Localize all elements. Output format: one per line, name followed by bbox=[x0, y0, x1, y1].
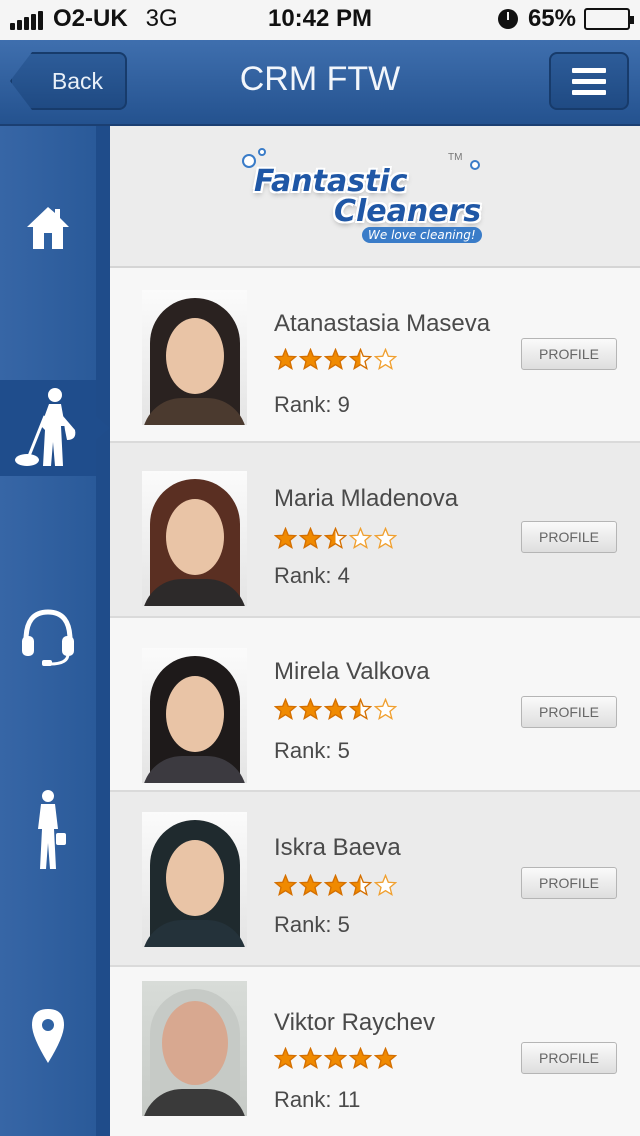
headset-icon bbox=[22, 609, 74, 666]
main-content: Fantastic TM Cleaners We love cleaning! … bbox=[110, 126, 640, 1136]
sidebar-item-support[interactable] bbox=[0, 590, 96, 686]
avatar bbox=[142, 648, 247, 783]
avatar bbox=[142, 981, 247, 1116]
list-item[interactable]: Maria Mladenova Rank: 4 PROFILE bbox=[110, 443, 640, 618]
list-item[interactable]: Mirela Valkova Rank: 5 PROFILE bbox=[110, 618, 640, 792]
rating-stars bbox=[274, 348, 399, 371]
hamburger-icon-bar bbox=[572, 89, 606, 95]
star-filled-icon bbox=[274, 348, 297, 371]
cleaner-name: Viktor Raychev bbox=[274, 1009, 435, 1036]
rating-stars bbox=[274, 527, 399, 550]
avatar bbox=[142, 471, 247, 606]
hamburger-icon-bar bbox=[572, 78, 606, 84]
rating-stars bbox=[274, 698, 399, 721]
cleaner-name: Maria Mladenova bbox=[274, 485, 459, 512]
star-filled-icon bbox=[299, 698, 322, 721]
star-empty-icon bbox=[349, 527, 372, 550]
rating-stars bbox=[274, 1047, 399, 1070]
star-filled-icon bbox=[374, 1047, 397, 1070]
page-title: CRM FTW bbox=[239, 60, 401, 98]
logo-tagline: We love cleaning! bbox=[362, 227, 482, 243]
cleaner-list: Atanastasia Maseva Rank: 9 PROFILE Maria… bbox=[110, 268, 640, 1136]
status-right: 65% bbox=[497, 5, 634, 33]
star-filled-icon bbox=[299, 527, 322, 550]
battery-icon bbox=[584, 8, 634, 30]
profile-button[interactable]: PROFILE bbox=[521, 1042, 617, 1074]
hamburger-icon-bar bbox=[572, 67, 606, 73]
logo-trademark: TM bbox=[448, 152, 463, 163]
cleaner-name: Iskra Baeva bbox=[274, 834, 401, 861]
sidebar bbox=[0, 126, 110, 1136]
sidebar-item-map[interactable] bbox=[0, 988, 96, 1084]
list-item[interactable]: Iskra Baeva Rank: 5 PROFILE bbox=[110, 792, 640, 967]
businesswoman-icon bbox=[38, 790, 66, 869]
star-filled-icon bbox=[324, 698, 347, 721]
star-filled-icon bbox=[274, 698, 297, 721]
cleaner-rank: Rank: 11 bbox=[274, 1087, 361, 1112]
star-half-icon bbox=[349, 874, 372, 897]
map-pin-icon bbox=[32, 1009, 64, 1063]
star-filled-icon bbox=[324, 348, 347, 371]
star-half-icon bbox=[349, 348, 372, 371]
logo-text-line2: Cleaners bbox=[334, 194, 482, 229]
star-half-icon bbox=[324, 527, 347, 550]
battery-percent: 65% bbox=[527, 5, 576, 32]
star-empty-icon bbox=[374, 348, 397, 371]
list-item[interactable]: Viktor Raychev Rank: 11 PROFILE bbox=[110, 967, 640, 1136]
star-filled-icon bbox=[299, 874, 322, 897]
alarm-clock-icon bbox=[497, 9, 518, 29]
star-filled-icon bbox=[324, 874, 347, 897]
rating-stars bbox=[274, 874, 399, 897]
star-filled-icon bbox=[349, 1047, 372, 1070]
avatar bbox=[142, 290, 247, 425]
star-half-icon bbox=[349, 698, 372, 721]
star-filled-icon bbox=[299, 348, 322, 371]
list-item[interactable]: Atanastasia Maseva Rank: 9 PROFILE bbox=[110, 268, 640, 443]
avatar bbox=[142, 812, 247, 947]
cleaner-rank: Rank: 4 bbox=[274, 563, 350, 588]
star-empty-icon bbox=[374, 527, 397, 550]
cleaner-rank: Rank: 5 bbox=[274, 738, 350, 763]
cleaner-name: Mirela Valkova bbox=[274, 658, 430, 685]
profile-button[interactable]: PROFILE bbox=[521, 338, 617, 370]
star-filled-icon bbox=[274, 527, 297, 550]
profile-button[interactable]: PROFILE bbox=[521, 867, 617, 899]
star-filled-icon bbox=[299, 1047, 322, 1070]
cleaner-rank: Rank: 9 bbox=[274, 392, 350, 417]
cleaner-name: Atanastasia Maseva bbox=[274, 310, 491, 337]
navigation-bar: Back CRM FTW bbox=[0, 40, 640, 126]
star-filled-icon bbox=[274, 1047, 297, 1070]
company-logo: Fantastic TM Cleaners We love cleaning! bbox=[238, 148, 518, 246]
star-empty-icon bbox=[374, 698, 397, 721]
menu-button[interactable] bbox=[549, 52, 629, 110]
cleaner-rank: Rank: 5 bbox=[274, 912, 350, 937]
sidebar-item-cleaners[interactable] bbox=[0, 380, 110, 476]
profile-button[interactable]: PROFILE bbox=[521, 696, 617, 728]
sidebar-item-home[interactable] bbox=[0, 180, 96, 276]
home-icon bbox=[27, 207, 69, 249]
cleaner-icon bbox=[15, 388, 76, 466]
status-bar: O2-UK 3G 10:42 PM 65% bbox=[0, 0, 640, 40]
logo-panel: Fantastic TM Cleaners We love cleaning! bbox=[110, 126, 640, 268]
star-filled-icon bbox=[274, 874, 297, 897]
profile-button[interactable]: PROFILE bbox=[521, 521, 617, 553]
star-empty-icon bbox=[374, 874, 397, 897]
sidebar-item-clients[interactable] bbox=[0, 782, 96, 878]
star-filled-icon bbox=[324, 1047, 347, 1070]
